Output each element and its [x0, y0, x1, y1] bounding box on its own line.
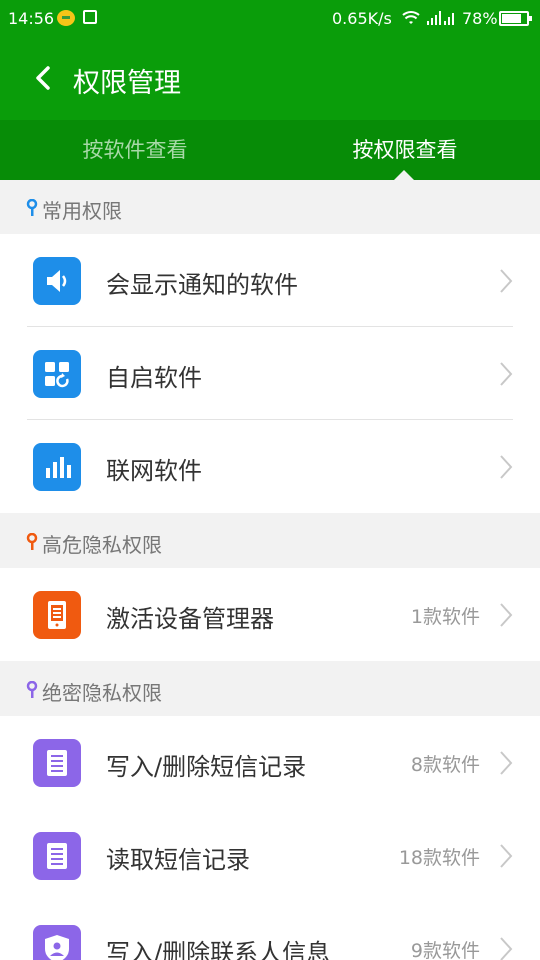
app-count: 8款软件 [410, 754, 480, 776]
list-item-label: 写入/删除短信记录 [106, 753, 307, 781]
battery-percent: 78% [462, 9, 498, 28]
status-bar: 14:56 0.65K/s 78% [0, 0, 540, 38]
chevron-right-icon [500, 844, 513, 868]
app-header: 权限管理 [0, 38, 540, 120]
section-header-high-risk: 高危隐私权限 [0, 514, 540, 568]
app-count: 18款软件 [398, 847, 480, 869]
chevron-right-icon [500, 362, 513, 386]
status-time: 14:56 [8, 9, 55, 28]
section-title: 常用权限 [42, 199, 122, 223]
network-speed: 0.65K/s [332, 9, 392, 28]
list-item-label: 读取短信记录 [106, 846, 250, 874]
document-icon [33, 739, 81, 787]
list-item-label: 写入/删除联系人信息 [106, 939, 331, 960]
section-header-common: 常用权限 [0, 180, 540, 234]
list-item-write-sms[interactable]: 写入/删除短信记录 8款软件 [0, 716, 540, 809]
app-count: 9款软件 [410, 940, 480, 960]
notification-app-icon [57, 10, 75, 26]
wifi-icon [402, 11, 420, 24]
device-admin-icon [33, 591, 81, 639]
speaker-icon [33, 257, 81, 305]
document-icon [33, 832, 81, 880]
battery-fill [502, 14, 521, 23]
active-tab-indicator [394, 170, 414, 180]
battery-icon [499, 11, 532, 26]
list-item-label: 激活设备管理器 [106, 605, 274, 633]
list-item-label: 自启软件 [106, 364, 202, 392]
list-item-network[interactable]: 联网软件 [0, 420, 540, 513]
app-count: 1款软件 [410, 606, 480, 628]
high-risk-permissions-list: 激活设备管理器 1款软件 [0, 568, 540, 661]
chevron-right-icon [500, 937, 513, 960]
app-grid-refresh-icon [33, 350, 81, 398]
list-item-write-contacts[interactable]: 写入/删除联系人信息 9款软件 [0, 902, 540, 960]
chevron-right-icon [500, 455, 513, 479]
pin-icon [26, 199, 38, 216]
tab-bar: 按软件查看 按权限查看 [0, 120, 540, 180]
chevron-right-icon [500, 269, 513, 293]
common-permissions-list: 会显示通知的软件 自启软件 联网软件 [0, 234, 540, 513]
list-item-label: 联网软件 [106, 457, 202, 485]
notification-scan-icon [83, 10, 97, 24]
list-item-notifications[interactable]: 会显示通知的软件 [0, 234, 540, 327]
pin-icon [26, 681, 38, 698]
chevron-right-icon [500, 751, 513, 775]
chevron-right-icon [500, 603, 513, 627]
signal-icon [427, 11, 454, 25]
list-item-device-admin[interactable]: 激活设备管理器 1款软件 [0, 568, 540, 661]
pin-icon [26, 533, 38, 550]
back-button[interactable] [28, 60, 60, 96]
section-title: 绝密隐私权限 [42, 681, 162, 705]
list-item-autostart[interactable]: 自启软件 [0, 327, 540, 420]
section-header-top-secret: 绝密隐私权限 [0, 662, 540, 716]
section-title: 高危隐私权限 [42, 533, 162, 557]
list-item-label: 会显示通知的软件 [106, 271, 298, 299]
list-item-read-sms[interactable]: 读取短信记录 18款软件 [0, 809, 540, 902]
tab-by-app[interactable]: 按软件查看 [0, 120, 270, 180]
top-secret-permissions-list: 写入/删除短信记录 8款软件 读取短信记录 18款软件 写入/删除联系人信息 9… [0, 716, 540, 960]
bar-chart-icon [33, 443, 81, 491]
contact-shield-icon [33, 925, 81, 960]
page-title: 权限管理 [73, 68, 181, 99]
